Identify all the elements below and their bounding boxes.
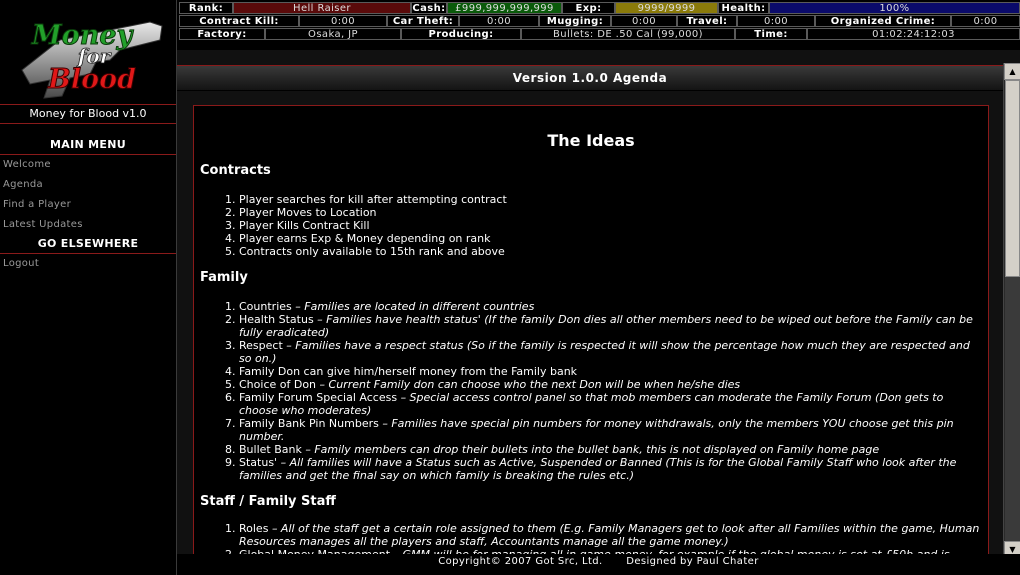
list-item: Player Moves to Location bbox=[239, 206, 982, 219]
time-value: 01:02:24:12:03 bbox=[807, 28, 1020, 40]
organized-crime-timer: 0:00 bbox=[951, 15, 1020, 27]
list-item: Status' – All families will have a Statu… bbox=[239, 456, 982, 482]
agenda-content: The Ideas Contracts Player searches for … bbox=[193, 105, 989, 562]
contract-kill-label: Contract Kill: bbox=[179, 15, 299, 27]
health-label: Health: bbox=[718, 2, 769, 14]
left-sidebar: Money for Blood Money for Blood v1.0 MAI… bbox=[0, 0, 177, 575]
list-item: Family Bank Pin Numbers – Families have … bbox=[239, 417, 982, 443]
producing-value: Bullets: DE .50 Cal (99,000) bbox=[521, 28, 735, 40]
copyright-text: Copyright© 2007 Got Src, Ltd. bbox=[438, 556, 603, 567]
list-item: Family Forum Special Access – Special ac… bbox=[239, 391, 982, 417]
rank-value: Hell Raiser bbox=[233, 2, 411, 14]
stats-row-3: Factory: Osaka, JP Producing: Bullets: D… bbox=[179, 28, 1020, 41]
ideas-heading: The Ideas bbox=[547, 131, 635, 150]
menu-item-latest-updates[interactable]: Latest Updates bbox=[3, 219, 83, 230]
organized-crime-label: Organized Crime: bbox=[815, 15, 951, 27]
divider bbox=[0, 154, 176, 155]
footer: Copyright© 2007 Got Src, Ltd. Designed b… bbox=[177, 554, 1020, 575]
health-value: 100% bbox=[769, 2, 1020, 14]
scrollbar-thumb[interactable] bbox=[1005, 80, 1020, 277]
travel-label: Travel: bbox=[677, 15, 737, 27]
list-item: Player Kills Contract Kill bbox=[239, 219, 982, 232]
travel-timer: 0:00 bbox=[737, 15, 815, 27]
producing-label: Producing: bbox=[401, 28, 521, 40]
rank-label: Rank: bbox=[179, 2, 233, 14]
factory-value: Osaka, JP bbox=[265, 28, 401, 40]
menu-item-welcome[interactable]: Welcome bbox=[3, 159, 51, 170]
exp-value: 9999/9999 bbox=[615, 2, 718, 14]
site-logo[interactable]: Money for Blood bbox=[0, 0, 176, 104]
list-item: Player searches for kill after attemptin… bbox=[239, 193, 982, 206]
family-list: Countries – Families are located in diff… bbox=[200, 300, 982, 482]
list-item: Roles – All of the staff get a certain r… bbox=[239, 522, 982, 548]
menu-item-find-player[interactable]: Find a Player bbox=[3, 199, 71, 210]
scroll-up-arrow-icon[interactable]: ▲ bbox=[1004, 63, 1020, 80]
exp-label: Exp: bbox=[562, 2, 615, 14]
factory-label: Factory: bbox=[179, 28, 265, 40]
vertical-scrollbar[interactable]: ▲ ▼ bbox=[1003, 63, 1020, 575]
menu-item-logout[interactable]: Logout bbox=[3, 258, 39, 269]
list-item: Respect – Families have a respect status… bbox=[239, 339, 982, 365]
list-item: Family Don can give him/herself money fr… bbox=[239, 365, 982, 378]
time-label: Time: bbox=[735, 28, 807, 40]
cash-label: Cash: bbox=[411, 2, 447, 14]
list-item: Bullet Bank – Family members can drop th… bbox=[239, 443, 982, 456]
section-title-contracts: Contracts bbox=[200, 163, 271, 178]
go-elsewhere-heading: GO ELSEWHERE bbox=[37, 237, 139, 250]
site-version: Money for Blood v1.0 bbox=[0, 104, 176, 124]
stats-row-1: Rank: Hell Raiser Cash: £999,999,999,999… bbox=[179, 2, 1020, 15]
logo-blood: Blood bbox=[47, 64, 136, 95]
list-item: Choice of Don – Current Family don can c… bbox=[239, 378, 982, 391]
stats-row-2: Contract Kill: 0:00 Car Theft: 0:00 Mugg… bbox=[179, 15, 1020, 28]
contracts-list: Player searches for kill after attemptin… bbox=[200, 193, 982, 258]
scrollbar-track[interactable] bbox=[1005, 277, 1020, 557]
page-title: Version 1.0.0 Agenda bbox=[177, 65, 1003, 91]
list-item: Health Status – Families have health sta… bbox=[239, 313, 982, 339]
section-title-staff: Staff / Family Staff bbox=[200, 494, 336, 509]
contract-kill-timer: 0:00 bbox=[299, 15, 387, 27]
mugging-label: Mugging: bbox=[539, 15, 611, 27]
car-theft-label: Car Theft: bbox=[387, 15, 459, 27]
list-item: Contracts only available to 15th rank an… bbox=[239, 245, 982, 258]
section-title-family: Family bbox=[200, 270, 248, 285]
menu-item-agenda[interactable]: Agenda bbox=[3, 179, 43, 190]
main-panel: Version 1.0.0 Agenda The Ideas Contracts… bbox=[177, 50, 1020, 575]
mugging-timer: 0:00 bbox=[611, 15, 677, 27]
designer-credit: Designed by Paul Chater bbox=[626, 556, 759, 567]
list-item: Countries – Families are located in diff… bbox=[239, 300, 982, 313]
divider bbox=[0, 253, 176, 254]
main-menu-heading: MAIN MENU bbox=[50, 138, 126, 151]
list-item: Player earns Exp & Money depending on ra… bbox=[239, 232, 982, 245]
cash-value: £999,999,999,999 bbox=[447, 2, 562, 14]
car-theft-timer: 0:00 bbox=[459, 15, 539, 27]
